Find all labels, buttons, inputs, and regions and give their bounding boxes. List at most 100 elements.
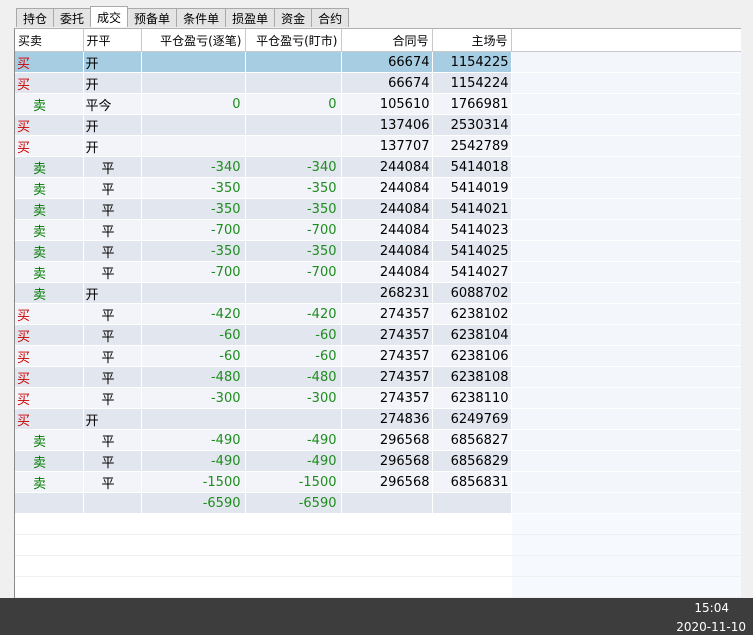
- table-row[interactable]: 买平 -480 -480 274357 6238108: [15, 366, 753, 388]
- table-row[interactable]: 买平 -60 -60 274357 6238104: [15, 324, 753, 346]
- total-open-close-cell: [83, 492, 142, 514]
- table-row[interactable]: 买开 274836 6249769: [15, 408, 753, 430]
- table-row[interactable]: 卖平 -490 -490 296568 6856829: [15, 450, 753, 472]
- table-row[interactable]: 买开 137406 2530314: [15, 114, 753, 136]
- total-main-cell: [432, 492, 512, 514]
- main-no-cell: 5414027: [432, 261, 512, 283]
- empty-cell: [15, 555, 84, 577]
- empty-cell: [141, 513, 246, 535]
- pnl-mark-to-market-cell: [245, 408, 342, 430]
- table-row[interactable]: 买开 66674 1154225: [15, 51, 753, 73]
- table-row[interactable]: 买开 137707 2542789: [15, 135, 753, 157]
- clock-date[interactable]: 2020-11-10: [676, 620, 746, 634]
- open-close-cell: 平今: [83, 93, 142, 115]
- column-header-pnl-mark-to-market[interactable]: 平仓盈亏(盯市): [245, 29, 342, 52]
- table-row[interactable]: 买平 -60 -60 274357 6238106: [15, 345, 753, 367]
- total-row[interactable]: -6590 -6590: [15, 492, 753, 514]
- open-close-cell: 平: [83, 471, 142, 493]
- pnl-mark-to-market-cell: -350: [245, 177, 342, 199]
- side-cell: 买: [15, 324, 84, 346]
- contract-no-cell: 274357: [341, 345, 433, 367]
- contract-no-cell: 296568: [341, 471, 433, 493]
- row-filler: [511, 114, 753, 136]
- pnl-mark-to-market-cell: -700: [245, 261, 342, 283]
- table-row[interactable]: 买平 -300 -300 274357 6238110: [15, 387, 753, 409]
- table-body: 买开 66674 1154225 买开 66674 1154224 卖平今 0 0 105610 1…: [15, 51, 753, 598]
- side-cell: 卖: [15, 93, 84, 115]
- open-close-cell: 开: [83, 408, 142, 430]
- tab-conditional-orders[interactable]: 条件单: [176, 8, 227, 27]
- contract-no-cell: 268231: [341, 282, 433, 304]
- pnl-mark-to-market-cell: [245, 135, 342, 157]
- pnl-mark-to-market-cell: [245, 72, 342, 94]
- contract-no-cell: 274357: [341, 303, 433, 325]
- table-row[interactable]: 卖平 -700 -700 244084 5414027: [15, 261, 753, 283]
- pnl-per-trade-cell: [141, 135, 246, 157]
- open-close-cell: 平: [83, 303, 142, 325]
- empty-cell: [83, 576, 142, 598]
- open-close-cell: 开: [83, 135, 142, 157]
- pnl-per-trade-cell: -700: [141, 261, 246, 283]
- empty-cell: [245, 576, 342, 598]
- column-header-contract-no[interactable]: 合同号: [341, 29, 433, 52]
- table-row[interactable]: 买平 -420 -420 274357 6238102: [15, 303, 753, 325]
- main-no-cell: 6856831: [432, 471, 512, 493]
- main-no-cell: 5414023: [432, 219, 512, 241]
- open-close-cell: 平: [83, 198, 142, 220]
- tab-stop-profit-orders[interactable]: 损盈单: [225, 8, 276, 27]
- tab-preorders[interactable]: 预备单: [127, 8, 178, 27]
- tab-orders[interactable]: 委托: [53, 8, 92, 27]
- row-filler: [511, 135, 753, 157]
- table-row[interactable]: 卖平 -350 -350 244084 5414019: [15, 177, 753, 199]
- table-row[interactable]: 卖开 268231 6088702: [15, 282, 753, 304]
- table-row[interactable]: 卖平 -350 -350 244084 5414021: [15, 198, 753, 220]
- column-header-pnl-per-trade[interactable]: 平仓盈亏(逐笔): [141, 29, 246, 52]
- column-header-side[interactable]: 买卖: [15, 29, 84, 52]
- pnl-per-trade-cell: [141, 282, 246, 304]
- pnl-per-trade-cell: -60: [141, 345, 246, 367]
- empty-cell: [141, 534, 246, 556]
- total-pnl-per-trade: -6590: [141, 492, 246, 514]
- row-filler: [511, 177, 753, 199]
- tab-trades[interactable]: 成交: [90, 6, 129, 27]
- side-cell: 卖: [15, 240, 84, 262]
- pnl-mark-to-market-cell: -480: [245, 366, 342, 388]
- main-no-cell: 2530314: [432, 114, 512, 136]
- pnl-mark-to-market-cell: -340: [245, 156, 342, 178]
- main-no-cell: 5414025: [432, 240, 512, 262]
- tab-funds[interactable]: 资金: [274, 8, 313, 27]
- clock-time[interactable]: 15:04: [694, 601, 729, 615]
- main-no-cell: 6238102: [432, 303, 512, 325]
- empty-cell: [15, 534, 84, 556]
- open-close-cell: 平: [83, 240, 142, 262]
- row-filler: [511, 345, 753, 367]
- table-row[interactable]: 卖平 -1500 -1500 296568 6856831: [15, 471, 753, 493]
- column-header-open-close[interactable]: 开平: [83, 29, 142, 52]
- table-row[interactable]: 卖平 -490 -490 296568 6856827: [15, 429, 753, 451]
- row-filler: [511, 261, 753, 283]
- tab-contracts[interactable]: 合约: [311, 8, 350, 27]
- empty-cell: [341, 534, 433, 556]
- pnl-mark-to-market-cell: -700: [245, 219, 342, 241]
- tab-positions[interactable]: 持仓: [16, 8, 55, 27]
- column-header-main-no[interactable]: 主场号: [432, 29, 512, 52]
- pnl-per-trade-cell: [141, 51, 246, 73]
- row-filler: [511, 51, 753, 73]
- table-row[interactable]: 买开 66674 1154224: [15, 72, 753, 94]
- table-row[interactable]: 卖平 -350 -350 244084 5414025: [15, 240, 753, 262]
- row-filler: [511, 471, 753, 493]
- table-row[interactable]: 卖平 -340 -340 244084 5414018: [15, 156, 753, 178]
- main-no-cell: 1154224: [432, 72, 512, 94]
- row-filler: [511, 219, 753, 241]
- table-row[interactable]: 卖平 -700 -700 244084 5414023: [15, 219, 753, 241]
- table-row[interactable]: 卖平今 0 0 105610 1766981: [15, 93, 753, 115]
- side-cell: 买: [15, 72, 84, 94]
- right-gutter: [741, 28, 753, 598]
- main-no-cell: 6238106: [432, 345, 512, 367]
- main-no-cell: 5414018: [432, 156, 512, 178]
- side-cell: 买: [15, 135, 84, 157]
- trades-panel: 买卖 开平 平仓盈亏(逐笔) 平仓盈亏(盯市) 合同号 主场号 买开 66674 1…: [14, 28, 753, 599]
- open-close-cell: 开: [83, 72, 142, 94]
- empty-cell: [341, 555, 433, 577]
- pnl-per-trade-cell: [141, 408, 246, 430]
